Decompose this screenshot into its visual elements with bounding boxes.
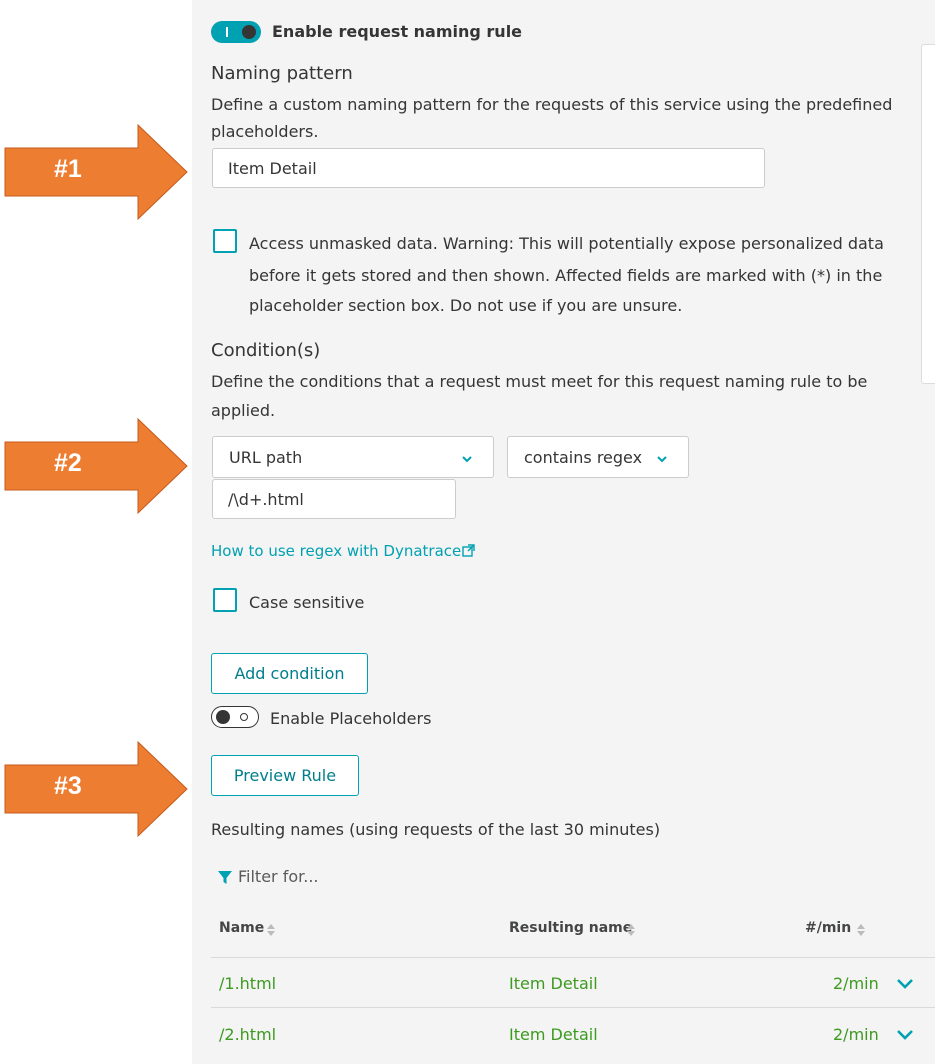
filter-placeholder: Filter for... (238, 867, 319, 886)
row-rate: 2/min (833, 974, 879, 993)
callout-label-1: #1 (54, 155, 82, 183)
toggle-on-mark (226, 27, 228, 37)
naming-pattern-description: Define a custom naming pattern for the r… (211, 95, 893, 114)
condition-attribute-value: URL path (229, 447, 303, 467)
chevron-down-icon (462, 456, 472, 463)
toggle-off-mark (240, 713, 248, 721)
add-condition-button[interactable]: Add condition (211, 653, 368, 694)
unmasked-data-text-2: before it gets stored and then shown. Af… (249, 266, 883, 285)
callout-label-3: #3 (54, 772, 82, 800)
column-header-rate[interactable]: #/min (805, 920, 865, 936)
chevron-down-icon[interactable] (896, 978, 914, 990)
row-rate: 2/min (833, 1025, 879, 1044)
condition-attribute-select[interactable]: URL path (212, 436, 494, 478)
chevron-down-icon (657, 456, 667, 463)
column-header-name-label: Name (219, 920, 265, 936)
sort-icon (267, 924, 275, 936)
preview-rule-button[interactable]: Preview Rule (211, 755, 359, 796)
enable-placeholders-toggle[interactable] (211, 706, 259, 728)
sort-icon (627, 924, 635, 936)
unmasked-data-checkbox[interactable] (213, 229, 237, 253)
column-header-resulting-name-label: Resulting name (509, 920, 633, 936)
sort-icon (857, 924, 865, 936)
naming-pattern-heading: Naming pattern (211, 63, 353, 84)
unmasked-data-text-3: placeholder section box. Do not use if y… (249, 296, 683, 315)
side-card (921, 44, 935, 384)
external-link-icon (462, 544, 475, 557)
regex-help-link-text: How to use regex with Dynatrace (211, 542, 462, 560)
row-name-link[interactable]: /1.html (219, 974, 276, 993)
conditions-description: Define the conditions that a request mus… (211, 372, 868, 391)
conditions-description-2: applied. (211, 401, 276, 420)
row-resulting-name: Item Detail (509, 974, 598, 993)
toggle-knob (216, 710, 230, 724)
row-divider (211, 1007, 935, 1008)
regex-help-link[interactable]: How to use regex with Dynatrace (211, 542, 475, 560)
toggle-knob (242, 25, 256, 39)
chevron-down-icon[interactable] (896, 1029, 914, 1041)
conditions-heading: Condition(s) (211, 340, 321, 361)
column-header-rate-label: #/min (805, 920, 852, 936)
filter-field[interactable]: Filter for... (218, 867, 418, 889)
condition-operator-value: contains regex (524, 447, 643, 467)
enable-rule-label: Enable request naming rule (272, 22, 523, 41)
result-heading: Resulting names (using requests of the l… (211, 820, 661, 839)
callout-label-2: #2 (54, 449, 82, 477)
naming-pattern-input[interactable]: Item Detail (212, 148, 765, 188)
callout-arrow-3 (4, 741, 188, 837)
condition-value-input[interactable]: /\d+.html (212, 479, 456, 519)
callout-arrow-1 (4, 124, 188, 220)
table-header-divider (211, 957, 935, 958)
filter-icon (218, 871, 232, 884)
case-sensitive-checkbox[interactable] (213, 588, 237, 612)
column-header-name[interactable]: Name (219, 920, 275, 936)
unmasked-data-text-1: Access unmasked data. Warning: This will… (249, 234, 884, 253)
enable-placeholders-label: Enable Placeholders (270, 709, 432, 728)
naming-pattern-description-2: placeholders. (211, 122, 319, 141)
condition-operator-select[interactable]: contains regex (507, 436, 689, 478)
column-header-resulting-name[interactable]: Resulting name (509, 920, 635, 936)
row-resulting-name: Item Detail (509, 1025, 598, 1044)
callout-arrow-2 (4, 418, 188, 514)
case-sensitive-label: Case sensitive (249, 593, 365, 612)
row-name-link[interactable]: /2.html (219, 1025, 276, 1044)
enable-rule-toggle[interactable] (211, 21, 261, 43)
